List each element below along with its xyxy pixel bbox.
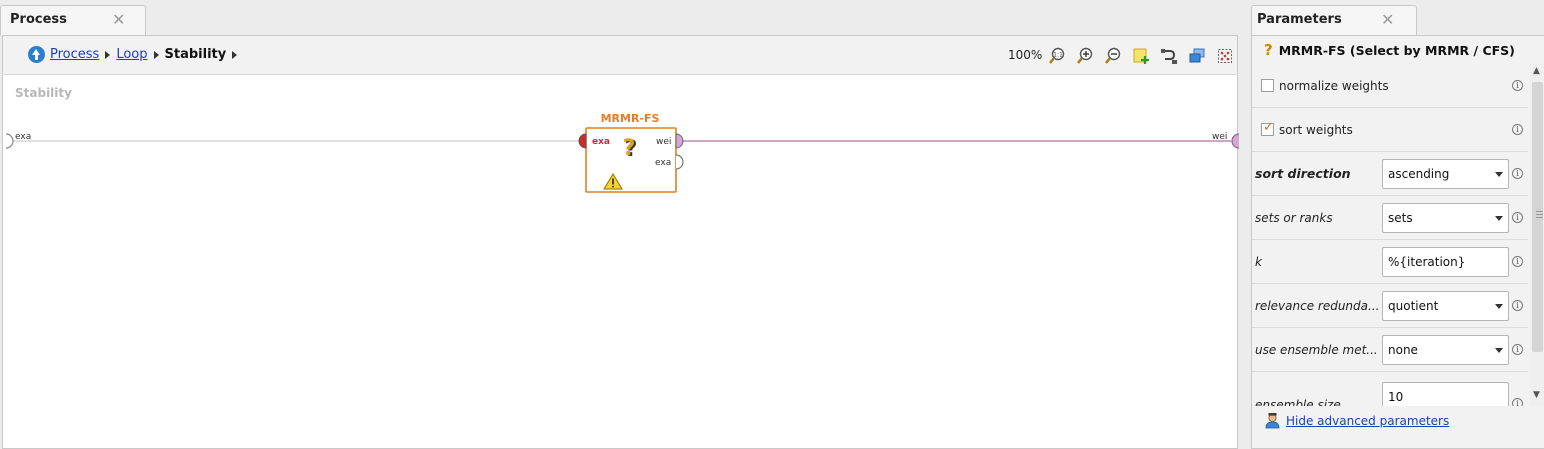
parameter-list: normalize weights i ✓ sort weights i sor…	[1252, 64, 1528, 406]
scroll-down-icon[interactable]: ▼	[1533, 390, 1540, 400]
param-ensemble-size: ensemble size 10 i	[1252, 372, 1528, 406]
left-input-port[interactable]	[5, 133, 14, 149]
operator-weights-port[interactable]	[675, 133, 684, 149]
close-parameters-tab-icon[interactable]: ✕	[1381, 10, 1394, 30]
ensemble-size-value: 10	[1388, 390, 1404, 404]
breadcrumb-separator-icon	[153, 50, 159, 59]
zoom-out-icon[interactable]	[1104, 47, 1122, 65]
info-icon[interactable]: i	[1512, 168, 1523, 179]
scrollbar-thumb[interactable]	[1532, 82, 1543, 352]
ensemble-size-input[interactable]: 10	[1382, 382, 1509, 406]
right-output-port[interactable]	[1231, 133, 1239, 149]
relevance-redundancy-label: relevance redunda...	[1255, 298, 1380, 313]
sort-weights-label: sort weights	[1279, 122, 1353, 137]
advanced-parameters-toggle[interactable]: Hide advanced parameters	[1264, 412, 1449, 429]
svg-text:?: ?	[623, 136, 636, 161]
operator-question-icon: ?	[1264, 41, 1273, 59]
info-icon[interactable]: i	[1512, 124, 1523, 135]
relevance-redundancy-select[interactable]: quotient	[1382, 290, 1509, 321]
info-icon[interactable]: i	[1512, 344, 1523, 355]
k-label: k	[1255, 254, 1262, 269]
use-ensemble-label: use ensemble met...	[1255, 342, 1378, 357]
tab-parameters[interactable]: Parameters ✕	[1251, 5, 1417, 36]
operator-header-title: MRMR-FS (Select by MRMR / CFS)	[1278, 42, 1515, 58]
param-relevance-redundancy: relevance redunda... quotient i	[1252, 284, 1528, 328]
right-port-label: wei	[1212, 132, 1227, 142]
relevance-redundancy-value: quotient	[1388, 298, 1439, 313]
add-note-icon[interactable]	[1132, 47, 1150, 65]
param-use-ensemble-method: use ensemble met... none i	[1252, 328, 1528, 372]
process-graph: exa wei MRMR-FS exa wei exa ? ?	[5, 112, 1239, 193]
fit-to-view-icon[interactable]	[1216, 47, 1234, 65]
breadcrumb-expand-icon[interactable]	[232, 50, 238, 59]
process-canvas[interactable]: Stability exa wei MRMR-FS exa wei exa ? …	[3, 76, 1239, 448]
sort-direction-select[interactable]: ascending	[1382, 158, 1509, 189]
operator-out-port-label-1: wei	[656, 137, 671, 147]
operator-in-port-label: exa	[592, 137, 610, 147]
sort-direction-label: sort direction	[1255, 166, 1351, 181]
normalize-weights-label: normalize weights	[1279, 78, 1389, 93]
process-toolbar: Process Loop Stability 100% 1:1	[3, 36, 1237, 75]
zoom-in-icon[interactable]	[1076, 47, 1094, 65]
chevron-down-icon	[1495, 171, 1503, 177]
sets-or-ranks-value: sets	[1388, 210, 1413, 225]
auto-wire-icon[interactable]	[1160, 47, 1178, 65]
close-process-tab-icon[interactable]: ✕	[112, 10, 125, 30]
breadcrumb-process[interactable]: Process	[50, 47, 99, 62]
tab-process[interactable]: Process ✕	[0, 5, 146, 36]
breadcrumb-separator-icon	[105, 50, 111, 59]
info-icon[interactable]: i	[1512, 256, 1523, 267]
question-mark-icon: ? ?	[623, 136, 638, 162]
scroll-up-icon[interactable]: ▲	[1533, 66, 1540, 76]
arrange-operators-icon[interactable]	[1188, 47, 1206, 65]
breadcrumb: Process Loop Stability	[28, 46, 243, 63]
zoom-reset-icon[interactable]: 1:1	[1048, 47, 1066, 65]
sets-or-ranks-label: sets or ranks	[1255, 210, 1333, 225]
breadcrumb-loop[interactable]: Loop	[116, 47, 147, 62]
chevron-down-icon	[1495, 215, 1503, 221]
k-value: %{iteration}	[1388, 254, 1466, 269]
sort-direction-value: ascending	[1388, 166, 1450, 181]
operator-example-port[interactable]	[675, 154, 684, 170]
param-normalize-weights: normalize weights i	[1252, 64, 1528, 108]
parameters-panel: ? MRMR-FS (Select by MRMR / CFS) normali…	[1251, 35, 1544, 449]
tab-parameters-label: Parameters	[1257, 12, 1342, 27]
user-expert-icon	[1265, 413, 1280, 429]
process-panel: Process Loop Stability 100% 1:1 Stabilit…	[2, 35, 1239, 449]
use-ensemble-select[interactable]: none	[1382, 334, 1509, 365]
sort-weights-checkbox[interactable]: ✓	[1261, 120, 1274, 136]
param-k: k %{iteration} i	[1252, 240, 1528, 284]
operator-title: MRMR-FS	[601, 112, 660, 125]
zoom-level: 100%	[1008, 48, 1043, 62]
sets-or-ranks-select[interactable]: sets	[1382, 202, 1509, 233]
operator-header: ? MRMR-FS (Select by MRMR / CFS)	[1264, 41, 1515, 59]
checkmark-icon: ✓	[1263, 120, 1274, 135]
tab-process-label: Process	[10, 12, 67, 27]
info-icon[interactable]: i	[1512, 80, 1523, 91]
up-arrow-icon[interactable]	[28, 46, 45, 63]
operator-input-port[interactable]	[578, 133, 587, 149]
param-sets-or-ranks: sets or ranks sets i	[1252, 196, 1528, 240]
svg-text:1:1: 1:1	[1053, 52, 1063, 59]
info-icon[interactable]: i	[1512, 398, 1523, 406]
info-icon[interactable]: i	[1512, 300, 1523, 311]
operator-mrmr-fs[interactable]: MRMR-FS exa wei exa ? ?	[578, 112, 684, 193]
normalize-weights-checkbox[interactable]	[1261, 79, 1274, 92]
hide-advanced-parameters-link[interactable]: Hide advanced parameters	[1286, 414, 1449, 428]
param-sort-weights: ✓ sort weights i	[1252, 108, 1528, 152]
k-input[interactable]: %{iteration}	[1382, 246, 1509, 277]
operator-out-port-label-2: exa	[655, 158, 671, 168]
left-port-label: exa	[15, 132, 31, 142]
use-ensemble-value: none	[1388, 342, 1418, 357]
chevron-down-icon	[1495, 347, 1503, 353]
ensemble-size-label: ensemble size	[1255, 398, 1341, 406]
breadcrumb-current: Stability	[164, 47, 227, 62]
info-icon[interactable]: i	[1512, 212, 1523, 223]
parameters-scrollbar[interactable]: ▲ ▼	[1530, 64, 1544, 406]
param-sort-direction: sort direction ascending i	[1252, 152, 1528, 196]
chevron-down-icon	[1495, 303, 1503, 309]
